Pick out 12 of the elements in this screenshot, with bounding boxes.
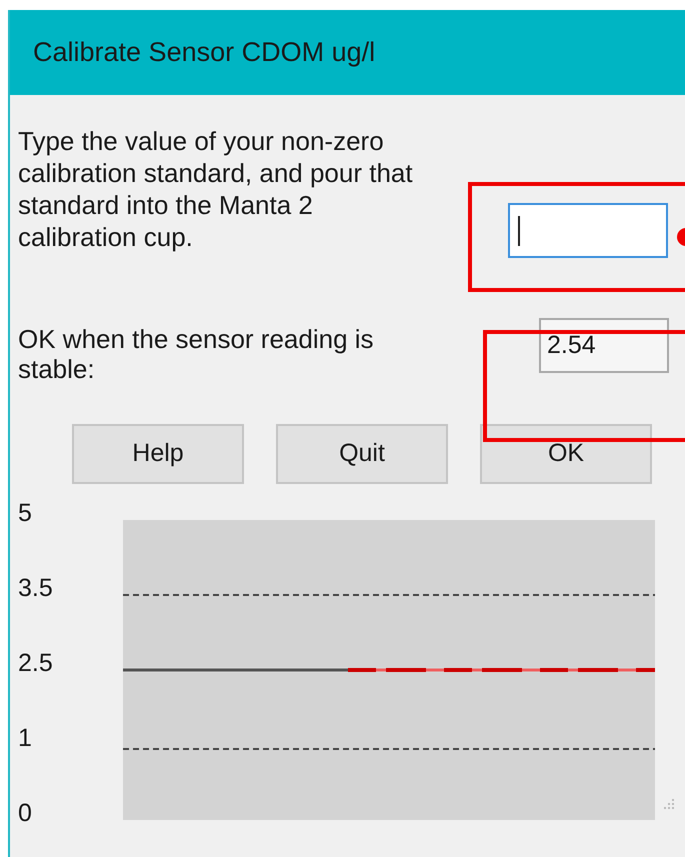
dialog-button[interactable]: OK bbox=[480, 424, 652, 484]
axis-label: 5 bbox=[18, 498, 33, 529]
dialog-button[interactable]: Help bbox=[72, 424, 244, 484]
dialog-button[interactable]: Quit bbox=[276, 424, 448, 484]
instruction-text: Type the value of your non-zero calibration standard, and pour that standard into the Manta 2 calibration cup. bbox=[18, 125, 414, 253]
reading-value-field: 2.54 bbox=[539, 318, 669, 373]
axis-label: 3.5 bbox=[18, 573, 54, 604]
axis-label: 2.5 bbox=[18, 648, 54, 679]
axis-label: 0 bbox=[18, 798, 33, 829]
reading-label: OK when the sensor reading is stable: bbox=[18, 323, 375, 384]
window-title: Calibrate Sensor CDOM ug/l bbox=[33, 36, 376, 70]
axis-label: 1 bbox=[18, 723, 33, 754]
